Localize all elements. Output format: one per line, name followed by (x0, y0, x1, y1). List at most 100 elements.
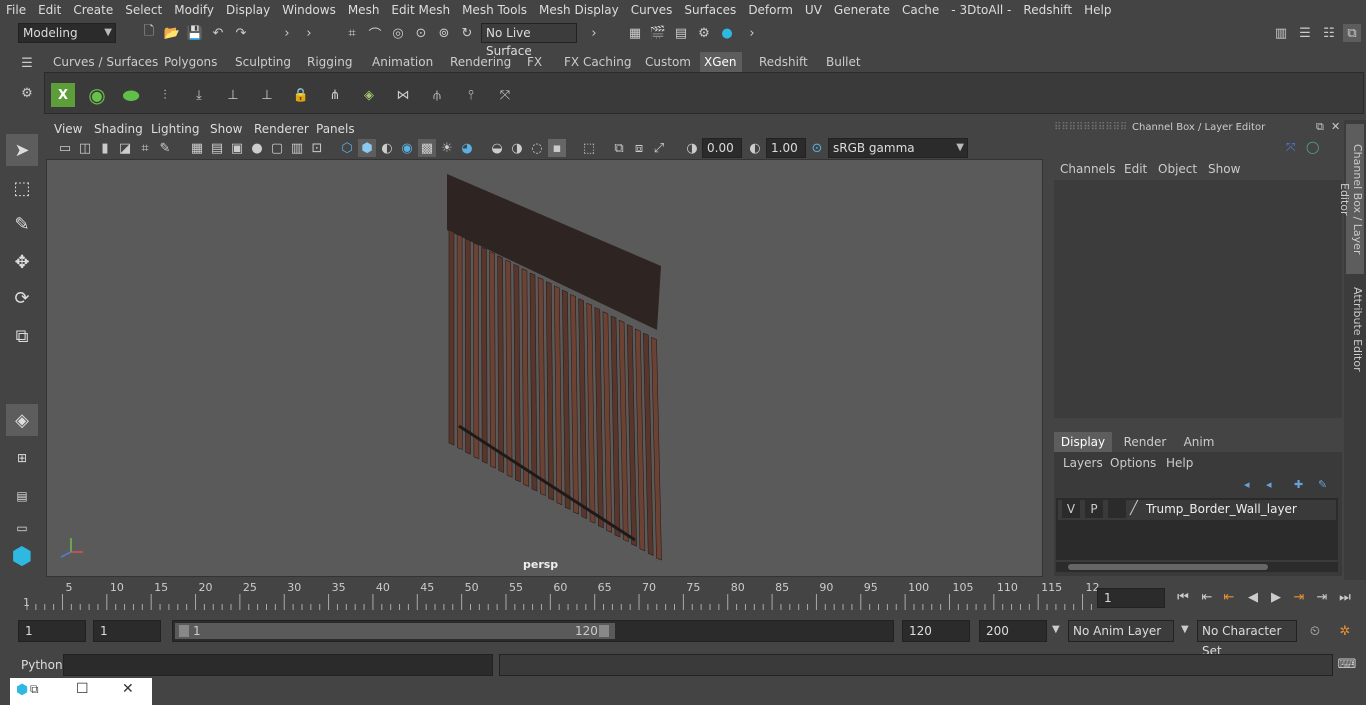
uv-icon[interactable]: ⧈ (630, 139, 648, 157)
xgen-lock-guide-icon[interactable]: 🔒 (289, 83, 313, 107)
xgen-cut-icon[interactable]: ⫛ (425, 83, 449, 107)
panel-drag-handle[interactable]: ⠿⠿⠿⠿⠿⠿⠿⠿⠿⠿ (1054, 122, 1127, 133)
script-language-toggle[interactable]: Python (21, 658, 63, 672)
menu-edit[interactable]: Edit (32, 0, 67, 20)
expand-icon[interactable]: › (300, 24, 318, 42)
new-layer-icon[interactable]: ✚ (1294, 478, 1303, 491)
go-to-start-icon[interactable]: ⏮ (1174, 588, 1192, 606)
shelf-tab-xgen[interactable]: XGen (700, 52, 742, 72)
xgen-select-guide-icon[interactable]: ⊥ (255, 83, 279, 107)
animation-preferences-icon[interactable]: ✲ (1336, 622, 1354, 640)
gamma-icon[interactable]: ◐ (746, 139, 764, 157)
close-icon[interactable]: ✕ (122, 681, 134, 697)
backface-icon[interactable]: ◌ (528, 139, 546, 157)
chevron-down-icon[interactable]: ▼ (1181, 624, 1189, 635)
object-menu[interactable]: Object (1158, 162, 1197, 176)
xgen-sculpt-icon[interactable]: ⋔ (323, 83, 347, 107)
step-forward-frame-icon[interactable]: ⇥ (1290, 588, 1308, 606)
menu-file[interactable]: File (0, 0, 32, 20)
workspace-icon[interactable]: ▥ (1272, 24, 1290, 42)
shelf-tab-curves-surfaces[interactable]: Curves / Surfaces (49, 52, 162, 72)
xgen-place-icon[interactable]: ⤓ (187, 83, 211, 107)
edit-menu[interactable]: Edit (1124, 162, 1147, 176)
xgen-delete-icon[interactable]: ⤧ (493, 83, 517, 107)
snap-surface-icon[interactable]: ⊚ (435, 24, 453, 42)
gamma-field[interactable]: 1.00 (766, 138, 806, 158)
move-tool-icon[interactable]: ✥ (6, 246, 38, 278)
shelf-tab-polygons[interactable]: Polygons (160, 52, 221, 72)
menu-generate[interactable]: Generate (828, 0, 896, 20)
new-scene-icon[interactable]: 🗋 (140, 24, 158, 42)
xray-icon[interactable]: ◒ (488, 139, 506, 157)
xgen-guides-icon[interactable]: ⫶ (153, 83, 177, 107)
smooth-shading-icon[interactable]: ⬢ (358, 139, 376, 157)
play-backwards-icon[interactable]: ◀ (1244, 588, 1262, 606)
step-forward-key-icon[interactable]: ⇥ (1313, 588, 1331, 606)
undo-icon[interactable]: ↶ (209, 24, 227, 42)
snap-curve-icon[interactable]: ⌒ (366, 24, 384, 43)
expand-icon[interactable]: › (278, 24, 296, 42)
viewport-menu-panels[interactable]: Panels (316, 120, 355, 138)
viewport-menu-lighting[interactable]: Lighting (151, 120, 200, 138)
color-management-icon[interactable]: ⊙ (808, 139, 826, 157)
render-view-icon[interactable]: ▦ (626, 24, 644, 42)
xgen-add-guide-icon[interactable]: ⊥ (221, 83, 245, 107)
viewport-menu-renderer[interactable]: Renderer (254, 120, 309, 138)
side-tab-channel-box[interactable]: Channel Box / Layer Editor (1338, 124, 1364, 274)
manipulator-icon[interactable]: ⤧ (1286, 140, 1296, 155)
current-frame-field[interactable]: 1 (1097, 588, 1165, 608)
xgen-editor-icon[interactable]: X (51, 83, 75, 107)
single-perspective-layout-icon[interactable]: ◈ (6, 404, 38, 436)
shelf-tab-redshift[interactable]: Redshift (755, 52, 812, 72)
layer-row[interactable]: V P ╱ Trump_Border_Wall_layer (1058, 500, 1336, 520)
menu-3dtoall[interactable]: - 3DtoAll - (945, 0, 1017, 20)
textures-icon[interactable]: ◉ (398, 139, 416, 157)
play-forwards-icon[interactable]: ▶ (1267, 588, 1285, 606)
layer-scrollbar[interactable] (1056, 562, 1338, 572)
menu-curves[interactable]: Curves (625, 0, 679, 20)
menu-cache[interactable]: Cache (896, 0, 945, 20)
wireframe-icon[interactable]: ▦ (188, 139, 206, 157)
menu-display[interactable]: Display (220, 0, 276, 20)
menu-create[interactable]: Create (67, 0, 119, 20)
maximize-icon[interactable]: ☐ (76, 681, 89, 697)
outliner-layout-icon[interactable]: ▤ (6, 480, 38, 512)
color-space-dropdown[interactable]: sRGB gamma ▼ (828, 138, 968, 158)
field-chart-icon[interactable]: ● (248, 139, 266, 157)
open-scene-icon[interactable]: 📂 (163, 24, 181, 42)
attribute-editor-toggle-icon[interactable]: ☰ (1296, 24, 1314, 42)
shadows-icon[interactable]: ☀ (438, 139, 456, 157)
grid-icon[interactable]: ⌗ (136, 139, 154, 157)
ambient-occlusion-icon[interactable]: ◕ (458, 139, 476, 157)
selection-highlight-icon[interactable]: ⬚ (580, 139, 598, 157)
side-tab-attribute-editor[interactable]: Attribute Editor (1346, 284, 1364, 374)
lasso-tool-icon[interactable]: ⬚ (6, 172, 38, 204)
lights-icon[interactable]: ▩ (418, 139, 436, 157)
close-icon[interactable]: ✕ (1331, 120, 1340, 133)
layer-tab-render[interactable]: Render (1120, 432, 1170, 452)
camera-select-icon[interactable]: ▭ (56, 139, 74, 157)
layer-name[interactable]: Trump_Border_Wall_layer (1146, 502, 1297, 516)
exposure-field[interactable]: 0.00 (702, 138, 742, 158)
snap-view-icon[interactable]: ⊙ (412, 24, 430, 42)
menu-mesh[interactable]: Mesh (342, 0, 386, 20)
step-back-frame-icon[interactable]: ⇤ (1220, 588, 1238, 606)
show-menu[interactable]: Show (1208, 162, 1240, 176)
playback-end-field[interactable]: 120 (902, 620, 970, 642)
viewport-menu-shading[interactable]: Shading (94, 120, 143, 138)
four-view-layout-icon[interactable]: ⊞ (6, 442, 38, 474)
layer-display-type-toggle[interactable] (1108, 500, 1126, 518)
range-slider-left-grip[interactable] (179, 625, 189, 637)
render-settings-icon[interactable]: ⚙ (695, 24, 713, 42)
menu-select[interactable]: Select (119, 0, 168, 20)
texture-placement-icon[interactable]: ⧉ (610, 139, 628, 157)
xgen-length-icon[interactable]: ⫯ (459, 83, 483, 107)
shelf-tab-bullet[interactable]: Bullet (822, 52, 865, 72)
expand-icon[interactable]: › (743, 24, 761, 42)
layers-menu[interactable]: Layers (1063, 456, 1103, 470)
new-layer-selected-icon[interactable]: ✎ (1318, 478, 1327, 491)
menu-edit-mesh[interactable]: Edit Mesh (385, 0, 456, 20)
menu-mesh-display[interactable]: Mesh Display (533, 0, 625, 20)
go-to-end-icon[interactable]: ⏭ (1336, 588, 1354, 606)
safe-action-icon[interactable]: ▢ (268, 139, 286, 157)
